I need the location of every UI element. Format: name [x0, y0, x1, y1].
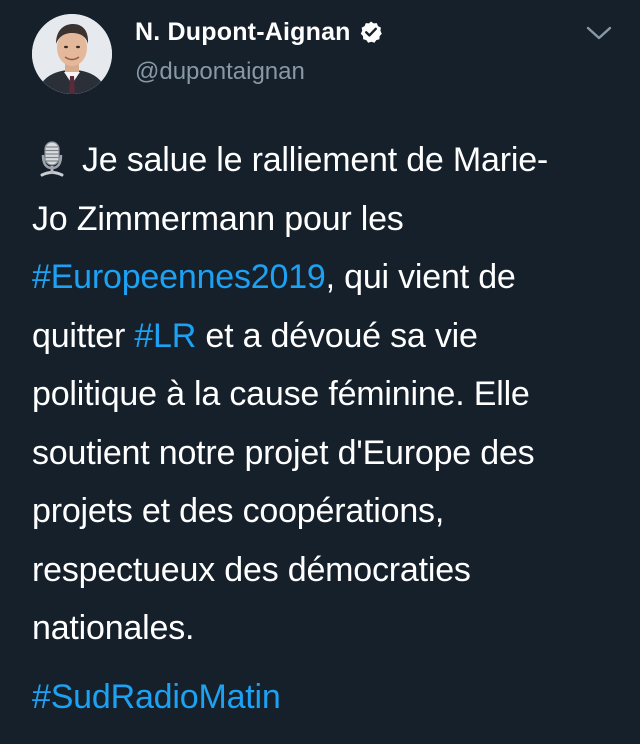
tweet-line-8: respectueux des démocraties	[32, 550, 471, 589]
hashtag-sudradiomatin-link[interactable]: #SudRadioMatin	[32, 678, 281, 716]
tweet-line-1: Je salue le ralliement de Marie-	[32, 131, 622, 190]
tweet-header: N. Dupont-Aignan @dupontaignan	[32, 14, 622, 94]
tweet-line-5: politique à la cause féminine. Elle	[32, 375, 530, 413]
author-display-name[interactable]: N. Dupont-Aignan	[135, 18, 351, 47]
tweet-text-segment: et a dévoué sa vie	[196, 316, 478, 355]
tweet-text-segment: Je salue le ralliement de Marie-	[82, 141, 549, 179]
author-name-row[interactable]: N. Dupont-Aignan	[135, 16, 383, 48]
profile-photo-icon	[32, 14, 112, 94]
tweet-hashtag-line: #SudRadioMatin	[32, 668, 281, 727]
tweet-text: Je salue le ralliement de Marie- Jo Zimm…	[32, 131, 622, 658]
tweet-line-4: quitter #LR et a dévoué sa vie	[32, 307, 622, 366]
tweet-line-7: projets et des coopérations,	[32, 492, 445, 530]
studio-microphone-icon	[40, 141, 64, 177]
tweet-card: N. Dupont-Aignan @dupontaignan Je salue …	[0, 0, 640, 744]
tweet-text-segment: , qui vient de	[325, 258, 516, 296]
avatar[interactable]	[32, 14, 112, 94]
hashtag-europeennes2019-link[interactable]: #Europeennes2019	[32, 258, 326, 296]
tweet-line-9: nationales.	[32, 609, 195, 647]
tweet-line-3: #Europeennes2019, qui vient de	[32, 248, 622, 307]
verified-badge-icon	[360, 21, 382, 43]
tweet-text-segment: quitter	[32, 316, 135, 355]
tweet-line-6: soutient notre projet d'Europe des	[32, 433, 535, 472]
hashtag-lr-link[interactable]: #LR	[134, 317, 196, 355]
tweet-line-2: Jo Zimmermann pour les	[32, 199, 404, 238]
chevron-down-icon[interactable]	[586, 24, 612, 42]
author-handle[interactable]: @dupontaignan	[135, 58, 305, 86]
